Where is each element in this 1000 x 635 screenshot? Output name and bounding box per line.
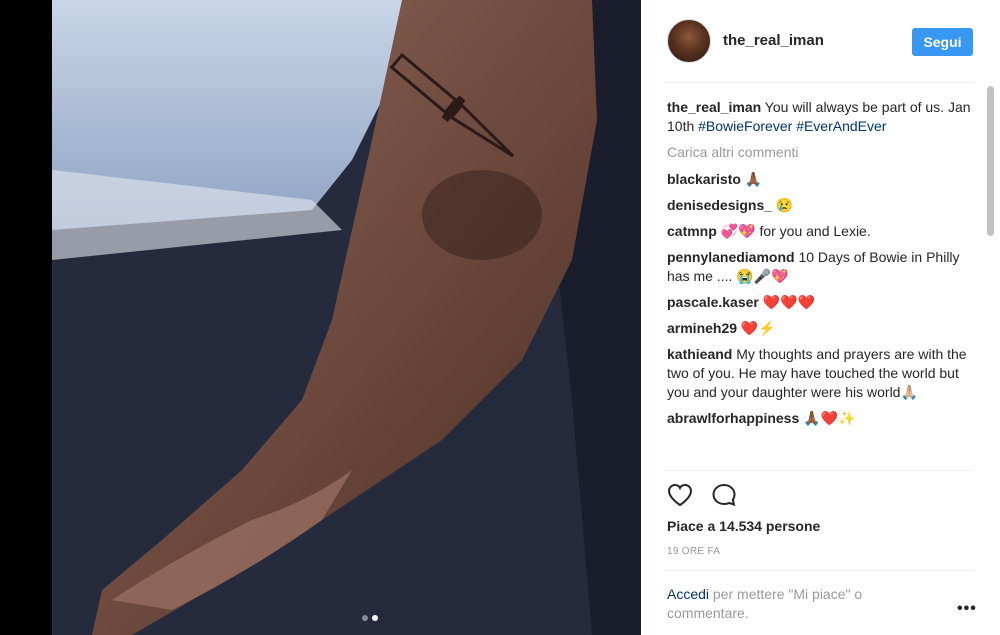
comment-item: blackaristo 🙏🏾	[667, 170, 973, 189]
hashtag-link[interactable]: #BowieForever	[698, 118, 792, 134]
comment-username[interactable]: catmnp	[667, 223, 717, 239]
comment-item: catmnp 💞💖 for you and Lexie.	[667, 222, 973, 241]
comment-username[interactable]: denisedesigns_	[667, 197, 772, 213]
comment-item: pascale.kaser ❤️❤️❤️	[667, 293, 973, 312]
comment-username[interactable]: pascale.kaser	[667, 294, 759, 310]
comment-username[interactable]: abrawlforhappiness	[667, 410, 799, 426]
comment-username[interactable]: blackaristo	[667, 171, 741, 187]
comment-username[interactable]: kathieand	[667, 346, 732, 362]
load-more-comments[interactable]: Carica altri commenti	[667, 143, 973, 162]
actions-divider	[665, 470, 973, 471]
avatar[interactable]	[667, 19, 711, 63]
comment-text: ❤️⚡	[737, 320, 776, 336]
comment-text: 🙏🏾	[740, 171, 763, 187]
comment-icon[interactable]	[711, 483, 737, 507]
header-username[interactable]: the_real_iman	[723, 32, 824, 49]
login-link[interactable]: Accedi	[667, 586, 709, 602]
follow-button[interactable]: Segui	[912, 28, 973, 56]
comment-item: kathieand My thoughts and prayers are wi…	[667, 345, 973, 402]
carousel-dots	[362, 615, 378, 621]
hashtag-link[interactable]: #EverAndEver	[796, 118, 886, 134]
post-timestamp[interactable]: 19 ORE FA	[667, 546, 720, 557]
comment-text: 😢	[772, 197, 794, 213]
heart-icon[interactable]	[667, 483, 693, 507]
caption-username[interactable]: the_real_iman	[667, 99, 761, 115]
comment-text: ❤️❤️❤️	[758, 294, 816, 310]
action-bar	[667, 483, 737, 507]
likes-count[interactable]: Piace a 14.534 persone	[667, 518, 820, 534]
comment-text: 💞💖 for you and Lexie.	[716, 223, 871, 239]
comments-list[interactable]: the_real_iman You will always be part of…	[667, 98, 973, 468]
post-header: the_real_iman Segui	[641, 0, 1000, 82]
login-prompt: Accedi per mettere "Mi piace" o commenta…	[667, 585, 937, 623]
comment-username[interactable]: pennylanediamond	[667, 249, 795, 265]
comments-scrollbar[interactable]	[987, 86, 994, 236]
comment-item: armineh29 ❤️⚡	[667, 319, 973, 338]
comment-username[interactable]: armineh29	[667, 320, 737, 336]
more-options-icon[interactable]: •••	[957, 600, 977, 618]
caption: the_real_iman You will always be part of…	[667, 98, 973, 136]
carousel-dot-active[interactable]	[372, 615, 378, 621]
header-divider	[665, 82, 973, 83]
carousel-dot[interactable]	[362, 615, 368, 621]
comment-text: 🙏🏾❤️✨	[799, 410, 856, 426]
comment-item: abrawlforhappiness 🙏🏾❤️✨	[667, 409, 973, 428]
ankle-tattoo-photo	[52, 0, 641, 635]
comment-item: pennylanediamond 10 Days of Bowie in Phi…	[667, 248, 973, 286]
post-details-panel: the_real_iman Segui the_real_iman You wi…	[641, 0, 1000, 635]
comment-item: denisedesigns_ 😢	[667, 196, 973, 215]
login-divider	[665, 570, 973, 571]
post-photo[interactable]	[52, 0, 641, 635]
